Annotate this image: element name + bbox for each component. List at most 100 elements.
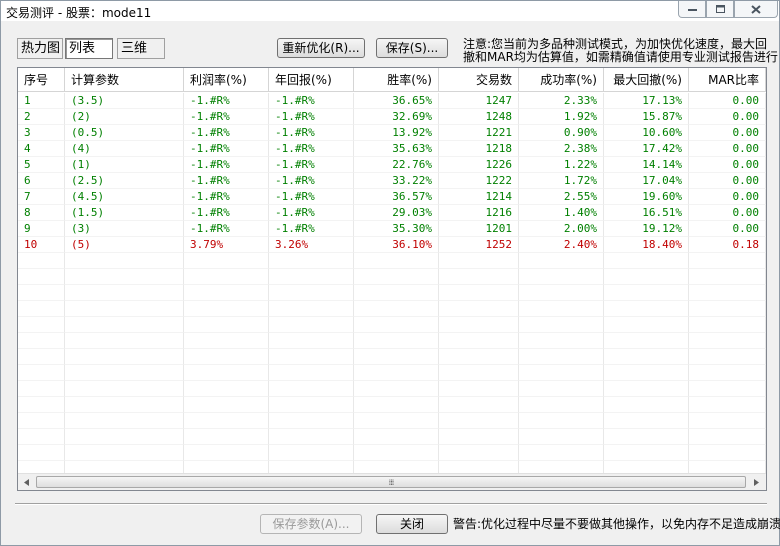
col-header-profit[interactable]: 利润率(%) (184, 68, 269, 92)
cell-profit (184, 397, 269, 413)
cell-success: 1.22% (519, 157, 604, 173)
table-row[interactable]: 5 (1) -1.#R% -1.#R% 22.76% 1226 1.22% 14.14% 0.0… (18, 157, 766, 173)
cell-mar: 0.00 (689, 205, 766, 221)
col-header-max-drawdown[interactable]: 最大回撤(%) (604, 68, 689, 92)
close-window-button[interactable] (734, 1, 778, 18)
minimize-button[interactable] (678, 1, 706, 18)
cell-trades (439, 269, 519, 285)
cell-param (65, 333, 184, 349)
cell-profit: -1.#R% (184, 157, 269, 173)
cell-annual: 3.26% (269, 237, 354, 253)
cell-id: 5 (18, 157, 65, 173)
maximize-button[interactable] (706, 1, 734, 18)
scrollbar-thumb[interactable]: ⁞⁞⁞ (36, 476, 746, 488)
table-row[interactable]: 4 (4) -1.#R% -1.#R% 35.63% 1218 2.38% 17.42% 0.0… (18, 141, 766, 157)
table-row[interactable]: 10 (5) 3.79% 3.26% 36.10% 1252 2.40% 18.40% 0.18 (18, 237, 766, 253)
cell-win (354, 413, 439, 429)
cell-profit (184, 381, 269, 397)
cell-param: (5) (65, 237, 184, 253)
cell-success: 1.92% (519, 109, 604, 125)
table-row[interactable]: 3 (0.5) -1.#R% -1.#R% 13.92% 1221 0.90% 10.60% 0… (18, 125, 766, 141)
table-row[interactable]: 1 (3.5) -1.#R% -1.#R% 36.65% 1247 2.33% 17.13% 0… (18, 93, 766, 109)
cell-annual (269, 381, 354, 397)
cell-drawdown: 16.51% (604, 205, 689, 221)
save-button[interactable]: 保存(S)... (376, 38, 448, 58)
cell-annual (269, 301, 354, 317)
cell-win (354, 445, 439, 461)
cell-id (18, 365, 65, 381)
col-header-mar-ratio[interactable]: MAR比率 (689, 68, 766, 92)
table-row[interactable]: 6 (2.5) -1.#R% -1.#R% 33.22% 1222 1.72% 17.04% 0… (18, 173, 766, 189)
empty-row (18, 253, 766, 269)
minimize-icon (687, 9, 697, 11)
cell-id (18, 429, 65, 445)
close-button[interactable]: 关闭 (376, 514, 448, 534)
scroll-right-button[interactable] (748, 474, 765, 490)
cell-trades: 1218 (439, 141, 519, 157)
save-params-button[interactable]: 保存参数(A)... (260, 514, 362, 534)
cell-drawdown (604, 285, 689, 301)
cell-trades (439, 413, 519, 429)
cell-id (18, 301, 65, 317)
cell-win: 35.30% (354, 221, 439, 237)
cell-id: 8 (18, 205, 65, 221)
cell-success: 1.40% (519, 205, 604, 221)
cell-annual: -1.#R% (269, 157, 354, 173)
results-table[interactable]: 序号 计算参数 利润率(%) 年回报(%) 胜率(%) 交易数 成功率(%) 最… (17, 67, 767, 491)
cell-profit: -1.#R% (184, 189, 269, 205)
cell-profit: -1.#R% (184, 173, 269, 189)
cell-id: 9 (18, 221, 65, 237)
col-header-success-rate[interactable]: 成功率(%) (519, 68, 604, 92)
empty-row (18, 365, 766, 381)
cell-trades (439, 317, 519, 333)
cell-annual (269, 317, 354, 333)
cell-param (65, 429, 184, 445)
cell-success: 1.72% (519, 173, 604, 189)
cell-win (354, 253, 439, 269)
tab-list[interactable]: 列表 (65, 38, 113, 59)
cell-profit (184, 413, 269, 429)
table-body: 1 (3.5) -1.#R% -1.#R% 36.65% 1247 2.33% 17.13% 0… (18, 93, 766, 477)
reoptimize-button[interactable]: 重新优化(R)... (277, 38, 365, 58)
table-row[interactable]: 2 (2) -1.#R% -1.#R% 32.69% 1248 1.92% 15.87% 0.0… (18, 109, 766, 125)
cell-win: 36.65% (354, 93, 439, 109)
cell-id (18, 397, 65, 413)
table-row[interactable]: 9 (3) -1.#R% -1.#R% 35.30% 1201 2.00% 19.12% 0.0… (18, 221, 766, 237)
cell-trades: 1222 (439, 173, 519, 189)
horizontal-scrollbar[interactable]: ⁞⁞⁞ (18, 473, 766, 490)
cell-annual: -1.#R% (269, 125, 354, 141)
cell-trades (439, 301, 519, 317)
cell-annual: -1.#R% (269, 205, 354, 221)
empty-row (18, 317, 766, 333)
cell-annual (269, 253, 354, 269)
cell-id (18, 413, 65, 429)
cell-success (519, 429, 604, 445)
cell-win: 13.92% (354, 125, 439, 141)
tab-heatmap[interactable]: 热力图 (17, 38, 63, 59)
close-icon (751, 4, 761, 14)
col-header-annual-return[interactable]: 年回报(%) (269, 68, 354, 92)
cell-trades: 1221 (439, 125, 519, 141)
col-header-win-rate[interactable]: 胜率(%) (354, 68, 439, 92)
col-header-trades[interactable]: 交易数 (439, 68, 519, 92)
col-header-index[interactable]: 序号 (18, 68, 65, 92)
empty-row (18, 269, 766, 285)
cell-win (354, 429, 439, 445)
cell-trades (439, 285, 519, 301)
col-header-params[interactable]: 计算参数 (65, 68, 184, 92)
cell-win (354, 397, 439, 413)
scroll-left-button[interactable] (18, 474, 35, 490)
cell-success (519, 301, 604, 317)
cell-annual: -1.#R% (269, 109, 354, 125)
cell-mar (689, 349, 766, 365)
cell-param: (2.5) (65, 173, 184, 189)
tab-3d[interactable]: 三维 (117, 38, 165, 59)
cell-success (519, 285, 604, 301)
table-row[interactable]: 7 (4.5) -1.#R% -1.#R% 36.57% 1214 2.55% 19.60% 0… (18, 189, 766, 205)
cell-success: 2.33% (519, 93, 604, 109)
cell-mar (689, 253, 766, 269)
cell-mar: 0.00 (689, 157, 766, 173)
table-row[interactable]: 8 (1.5) -1.#R% -1.#R% 29.03% 1216 1.40% 16.51% 0… (18, 205, 766, 221)
cell-id: 7 (18, 189, 65, 205)
cell-win: 36.10% (354, 237, 439, 253)
